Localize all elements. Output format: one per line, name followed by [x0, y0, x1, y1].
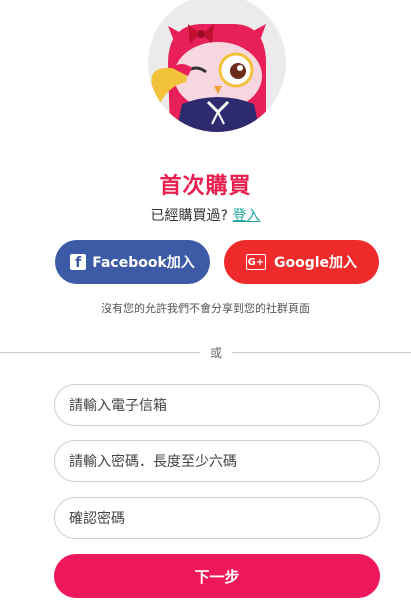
email-placeholder: 請輸入電子信箱 [69, 398, 167, 414]
divider-line-right [232, 352, 411, 353]
confirm-password-field[interactable]: 確認密碼 [54, 497, 380, 539]
signup-page: 首次購買 已經購買過? 登入 f Facebook加入 G+ Google加入 … [0, 0, 411, 600]
owl-mascot-image [151, 24, 267, 132]
login-prompt-text: 已經購買過? [150, 208, 228, 224]
password-field[interactable]: 請輸入密碼．長度至少六碼 [54, 440, 380, 482]
facebook-signup-label: Facebook加入 [92, 255, 195, 271]
google-signup-button[interactable]: G+ Google加入 [224, 240, 379, 284]
page-title: 首次購買 [159, 174, 252, 199]
password-placeholder: 請輸入密碼．長度至少六碼 [69, 454, 237, 470]
google-signup-label: Google加入 [273, 255, 358, 271]
divider-line-left [0, 352, 200, 353]
or-divider: 或 [0, 346, 411, 360]
next-button[interactable]: 下一步 [54, 554, 380, 598]
login-link[interactable]: 登入 [232, 208, 260, 224]
login-prompt-line: 已經購買過? 登入 [0, 205, 411, 225]
facebook-icon: f [70, 254, 87, 270]
facebook-signup-button[interactable]: f Facebook加入 [55, 240, 210, 284]
divider-text: 或 [209, 346, 222, 360]
privacy-note: 沒有您的允許我們不會分享到您的社群頁面 [101, 302, 310, 315]
google-plus-icon: G+ [245, 254, 266, 270]
confirm-password-placeholder: 確認密碼 [69, 511, 125, 527]
owl-mascot-avatar [148, 0, 286, 132]
email-field[interactable]: 請輸入電子信箱 [54, 384, 380, 426]
